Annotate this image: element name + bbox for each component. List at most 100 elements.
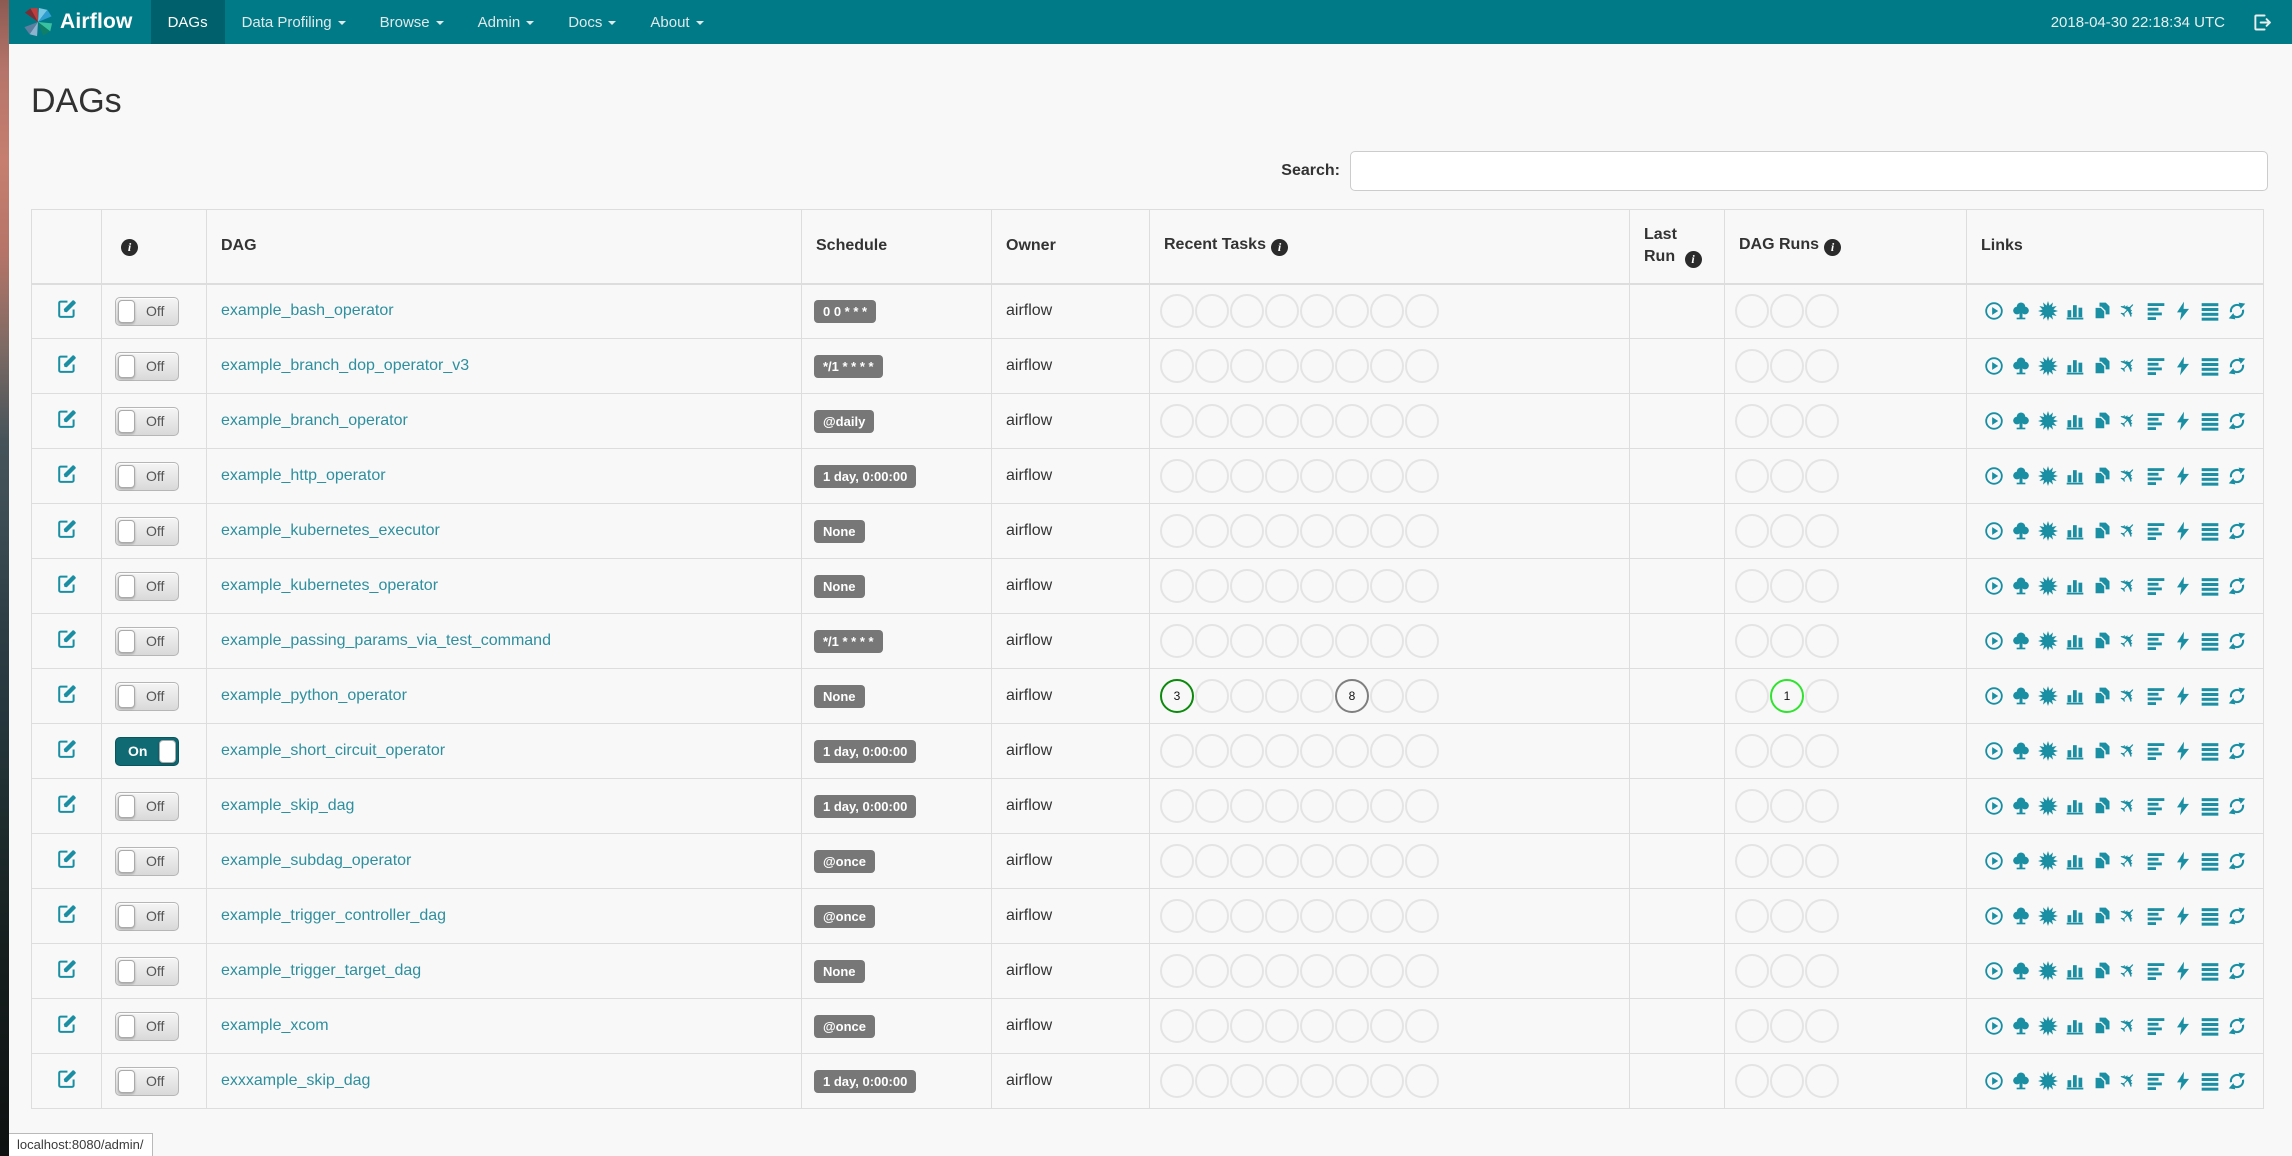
trigger-dag-icon[interactable]: [1984, 521, 2004, 541]
logs-icon[interactable]: [2200, 576, 2220, 596]
edit-dag-icon[interactable]: [56, 1068, 78, 1090]
trigger-dag-icon[interactable]: [1984, 1016, 2004, 1036]
gantt-icon[interactable]: [2146, 411, 2166, 431]
task-state-circle[interactable]: [1370, 734, 1404, 768]
task-state-circle[interactable]: [1300, 349, 1334, 383]
trigger-dag-icon[interactable]: [1984, 466, 2004, 486]
tree-view-icon[interactable]: [2011, 906, 2031, 926]
task-state-circle[interactable]: [1160, 514, 1194, 548]
task-state-circle[interactable]: [1405, 404, 1439, 438]
graph-view-icon[interactable]: [2037, 851, 2058, 871]
dag-run-circle[interactable]: [1770, 734, 1804, 768]
task-state-circle[interactable]: [1405, 954, 1439, 988]
task-state-circle[interactable]: [1405, 789, 1439, 823]
edit-dag-icon[interactable]: [56, 353, 78, 375]
edit-dag-icon[interactable]: [56, 628, 78, 650]
landing-times-icon[interactable]: ✈: [2114, 681, 2143, 710]
dag-pause-toggle[interactable]: Off: [115, 846, 179, 876]
task-state-circle[interactable]: [1370, 789, 1404, 823]
dag-run-circle[interactable]: [1735, 624, 1769, 658]
task-duration-icon[interactable]: [2065, 466, 2085, 486]
dag-run-circle[interactable]: [1805, 1064, 1839, 1098]
nav-item-data-profiling[interactable]: Data Profiling: [225, 0, 363, 44]
info-icon[interactable]: i: [1270, 239, 1288, 257]
schedule-badge[interactable]: 1 day, 0:00:00: [814, 464, 917, 488]
gantt-icon[interactable]: [2146, 1016, 2166, 1036]
dag-link[interactable]: example_http_operator: [221, 467, 386, 484]
nav-item-dags[interactable]: DAGs: [150, 0, 225, 44]
task-duration-icon[interactable]: [2065, 301, 2085, 321]
task-state-circle[interactable]: [1230, 569, 1264, 603]
nav-item-about[interactable]: About: [633, 0, 720, 44]
task-state-circle[interactable]: [1335, 294, 1369, 329]
schedule-badge[interactable]: @once: [814, 1014, 876, 1038]
tree-view-icon[interactable]: [2011, 686, 2031, 706]
logs-icon[interactable]: [2200, 1071, 2220, 1091]
dag-run-circle[interactable]: [1805, 899, 1839, 933]
tree-view-icon[interactable]: [2011, 411, 2031, 431]
code-icon[interactable]: [2173, 796, 2193, 816]
schedule-badge[interactable]: 0 0 * * *: [814, 299, 877, 323]
info-icon[interactable]: i: [1824, 239, 1841, 257]
dag-run-circle[interactable]: [1805, 294, 1839, 329]
task-state-circle[interactable]: [1265, 1009, 1299, 1043]
task-state-circle[interactable]: [1405, 459, 1439, 493]
task-state-circle[interactable]: [1370, 679, 1404, 713]
edit-dag-icon[interactable]: [56, 463, 78, 485]
graph-view-icon[interactable]: [2037, 961, 2058, 981]
task-state-circle[interactable]: [1300, 404, 1334, 438]
dag-run-circle[interactable]: [1735, 459, 1769, 493]
gantt-icon[interactable]: [2146, 686, 2166, 706]
task-state-circle[interactable]: [1160, 294, 1194, 329]
dag-run-circle[interactable]: [1805, 844, 1839, 878]
task-state-circle[interactable]: [1405, 294, 1439, 329]
nav-item-docs[interactable]: Docs: [551, 0, 633, 44]
trigger-dag-icon[interactable]: [1984, 576, 2004, 596]
dag-run-circle[interactable]: [1735, 514, 1769, 548]
task-state-circle[interactable]: [1370, 569, 1404, 603]
task-duration-icon[interactable]: [2065, 356, 2085, 376]
task-state-circle[interactable]: [1160, 789, 1194, 823]
task-state-circle[interactable]: [1195, 1009, 1229, 1043]
dag-pause-toggle[interactable]: Off: [115, 571, 179, 601]
dag-link[interactable]: example_passing_params_via_test_command: [221, 632, 551, 649]
task-state-circle[interactable]: [1230, 624, 1264, 658]
dag-run-circle[interactable]: [1770, 569, 1804, 603]
task-state-circle[interactable]: [1265, 624, 1299, 658]
task-state-circle[interactable]: [1195, 514, 1229, 548]
code-icon[interactable]: [2173, 411, 2193, 431]
dag-run-circle[interactable]: [1735, 789, 1769, 823]
task-state-circle[interactable]: [1195, 624, 1229, 658]
task-duration-icon[interactable]: [2065, 521, 2085, 541]
gantt-icon[interactable]: [2146, 851, 2166, 871]
dag-run-circle[interactable]: 1: [1770, 679, 1804, 713]
dag-run-circle[interactable]: [1805, 349, 1839, 383]
task-state-circle[interactable]: [1370, 349, 1404, 383]
header-dag[interactable]: DAG: [206, 209, 802, 285]
dag-link[interactable]: exxxample_skip_dag: [221, 1072, 370, 1089]
task-state-circle[interactable]: [1230, 1009, 1264, 1043]
task-state-circle[interactable]: [1370, 844, 1404, 878]
task-state-circle[interactable]: [1300, 679, 1334, 713]
task-state-circle[interactable]: [1230, 734, 1264, 768]
task-state-circle[interactable]: [1370, 899, 1404, 933]
dag-run-circle[interactable]: [1735, 1064, 1769, 1098]
logs-icon[interactable]: [2200, 521, 2220, 541]
trigger-dag-icon[interactable]: [1984, 686, 2004, 706]
dag-pause-toggle[interactable]: Off: [115, 626, 179, 656]
task-state-circle[interactable]: [1370, 404, 1404, 438]
landing-times-icon[interactable]: ✈: [2114, 461, 2143, 490]
dag-run-circle[interactable]: [1770, 514, 1804, 548]
trigger-dag-icon[interactable]: [1984, 906, 2004, 926]
gantt-icon[interactable]: [2146, 906, 2166, 926]
schedule-badge[interactable]: None: [814, 574, 865, 598]
task-duration-icon[interactable]: [2065, 851, 2085, 871]
edit-dag-icon[interactable]: [56, 1013, 78, 1035]
landing-times-icon[interactable]: ✈: [2114, 516, 2143, 545]
dag-run-circle[interactable]: [1735, 1009, 1769, 1043]
task-state-circle[interactable]: [1160, 844, 1194, 878]
task-duration-icon[interactable]: [2065, 1071, 2085, 1091]
tree-view-icon[interactable]: [2011, 1071, 2031, 1091]
task-state-circle[interactable]: [1265, 404, 1299, 438]
info-icon[interactable]: i: [121, 239, 138, 257]
